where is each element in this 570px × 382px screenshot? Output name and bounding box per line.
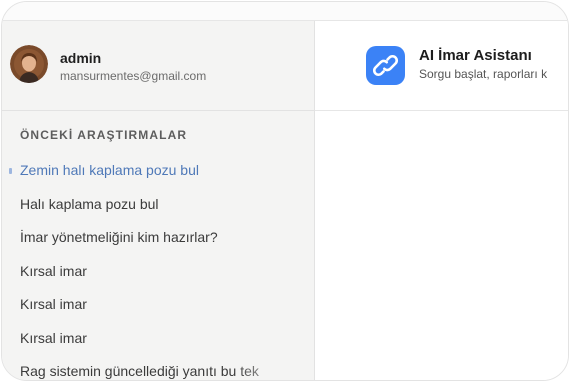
link-icon — [366, 46, 405, 85]
history-item[interactable]: Rag sistemin güncellediği yanıtı bu tek — [2, 356, 314, 380]
avatar[interactable] — [10, 45, 48, 83]
top-bar — [2, 2, 568, 21]
sidebar: admin mansurmentes@gmail.com ÖNCEKİ ARAŞ… — [2, 21, 315, 380]
history-item[interactable]: Zemin halı kaplama pozu bul — [2, 155, 314, 185]
history-item-label: Halı kaplama pozu bul — [20, 196, 159, 212]
history-item[interactable]: Kırsal imar — [2, 256, 314, 286]
app-subtitle: Sorgu başlat, raporları k — [419, 67, 548, 81]
user-email: mansurmentes@gmail.com — [60, 69, 207, 83]
user-name: admin — [60, 50, 102, 66]
history-item-label: Kırsal imar — [20, 296, 87, 312]
history-item[interactable]: Halı kaplama pozu bul — [2, 189, 314, 219]
history-item[interactable]: Kırsal imar — [2, 289, 314, 319]
history-item[interactable]: İmar yönetmeliğini kim hazırlar? — [2, 222, 314, 252]
history-item-label: İmar yönetmeliğini kim hazırlar? — [20, 229, 218, 245]
main-panel: AI İmar Asistanı Sorgu başlat, raporları… — [315, 21, 568, 380]
history-item[interactable]: Kırsal imar — [2, 323, 314, 353]
history-item-label: Rag sistemin güncellediği yanıtı bu tek — [20, 363, 259, 379]
active-marker — [9, 168, 12, 174]
text-fade — [234, 356, 314, 380]
user-profile[interactable]: admin mansurmentes@gmail.com — [2, 21, 314, 111]
app-window: admin mansurmentes@gmail.com ÖNCEKİ ARAŞ… — [1, 1, 569, 381]
history-item-label: Kırsal imar — [20, 330, 87, 346]
history-section-title: ÖNCEKİ ARAŞTIRMALAR — [20, 128, 188, 142]
app-title: AI İmar Asistanı — [419, 47, 532, 64]
main-header: AI İmar Asistanı Sorgu başlat, raporları… — [315, 21, 568, 111]
history-item-label: Zemin halı kaplama pozu bul — [20, 162, 199, 178]
history-item-label: Kırsal imar — [20, 263, 87, 279]
